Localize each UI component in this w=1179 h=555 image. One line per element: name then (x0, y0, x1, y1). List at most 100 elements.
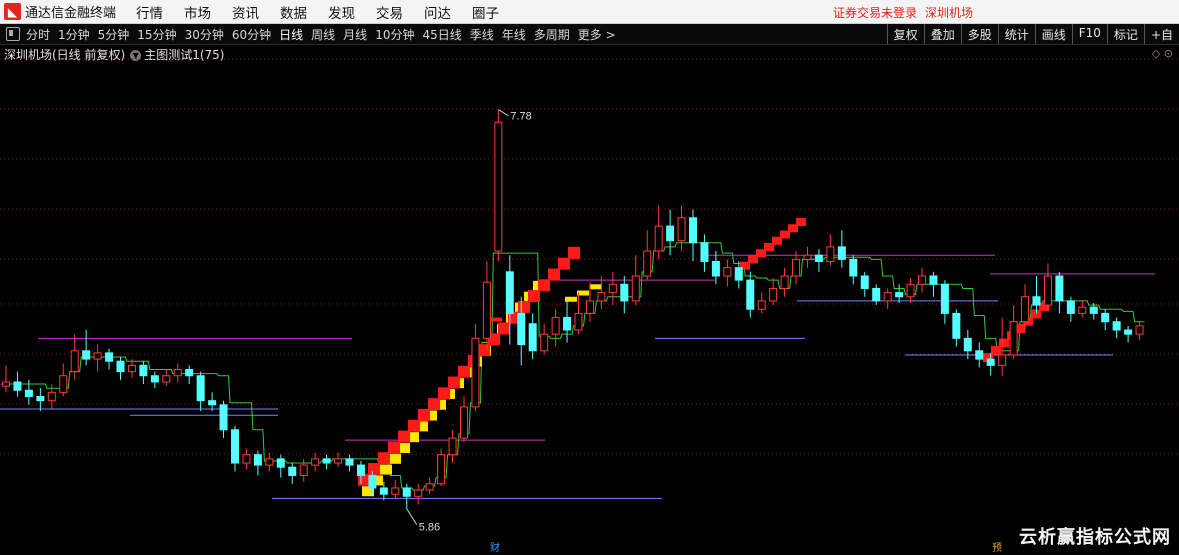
period-daily[interactable]: 日线 (279, 26, 303, 43)
red-signal-block (538, 279, 550, 292)
candle-down (322, 458, 331, 464)
candle-up (425, 483, 434, 491)
candle-down (139, 364, 148, 377)
red-signal-block (448, 376, 460, 389)
candle-down (253, 454, 262, 466)
draw-line-button[interactable]: 画线 (1034, 24, 1072, 44)
red-signal-block (418, 408, 430, 421)
candle-up (574, 312, 583, 331)
adjust-button[interactable]: 复权 (886, 24, 924, 44)
red-signal-block (518, 300, 530, 313)
candle-down (1112, 321, 1121, 331)
red-signal-block (558, 257, 570, 270)
period-1min[interactable]: 1分钟 (58, 26, 90, 43)
candle-up (494, 121, 503, 252)
red-signal-block (548, 268, 560, 281)
period-45day[interactable]: 45日线 (422, 26, 461, 43)
menu-item-quotes[interactable]: 行情 (136, 2, 163, 22)
candle-down (231, 429, 239, 464)
menu-item-news[interactable]: 资讯 (232, 2, 259, 22)
period-5min[interactable]: 5分钟 (98, 26, 130, 43)
candle-down (940, 283, 949, 314)
candle-up (585, 300, 594, 314)
candle-up (162, 375, 171, 383)
forecast-marker-icon[interactable]: 预 (990, 542, 1004, 555)
candle-down (1032, 296, 1041, 306)
menu-item-ask[interactable]: 问达 (424, 2, 451, 22)
period-15min[interactable]: 15分钟 (137, 26, 176, 43)
candle-down (1101, 312, 1110, 323)
candle-down (82, 350, 91, 360)
period-more[interactable]: 更多 > (578, 26, 616, 43)
add-self-button[interactable]: +自 (1143, 24, 1179, 44)
period-multi[interactable]: 多周期 (534, 26, 570, 43)
candle-up (391, 487, 400, 495)
candle-up (265, 458, 274, 466)
menu-item-discover[interactable]: 发现 (328, 2, 355, 22)
f10-button[interactable]: F10 (1071, 24, 1107, 44)
candle-down (116, 360, 125, 373)
yellow-signal-block (380, 464, 392, 475)
multi-stock-button[interactable]: 多股 (960, 24, 998, 44)
yellow-signal-block (389, 453, 401, 464)
login-status[interactable]: 证券交易未登录 (833, 4, 917, 21)
app-name: 通达信金融终端 (25, 6, 117, 21)
candle-up (780, 275, 789, 289)
red-signal-block (490, 317, 502, 322)
overlay-button[interactable]: 叠加 (923, 24, 961, 44)
mark-button[interactable]: 标记 (1106, 24, 1144, 44)
candle-up (918, 275, 926, 285)
period-10min[interactable]: 10分钟 (375, 26, 414, 43)
candle-down (276, 458, 285, 468)
candle-up (1021, 296, 1030, 323)
period-30min[interactable]: 30分钟 (185, 26, 224, 43)
candle-up (173, 369, 182, 377)
candle-down (196, 375, 205, 402)
candle-down (379, 487, 388, 495)
candle-up (311, 458, 320, 466)
menu-item-data[interactable]: 数据 (280, 2, 307, 22)
candle-up (631, 275, 640, 302)
candle-up (757, 300, 766, 310)
period-yearly[interactable]: 年线 (502, 26, 526, 43)
candle-up (334, 458, 343, 464)
candle-down (288, 466, 297, 476)
candle-down (620, 283, 629, 302)
menu-bar: ◣ 通达信金融终端 行情 市场 资讯 数据 发现 交易 问达 圈子 证券交易未登… (0, 0, 1179, 24)
candle-down (517, 312, 526, 346)
candle-down (746, 279, 755, 310)
period-60min[interactable]: 60分钟 (232, 26, 271, 43)
financial-marker-icon[interactable]: 财 (488, 542, 502, 555)
period-intraday[interactable]: 分时 (26, 26, 50, 43)
candle-down (1089, 306, 1098, 314)
candle-down (356, 464, 365, 476)
candle-up (59, 375, 68, 393)
candle-down (837, 246, 846, 260)
candle-up (471, 337, 480, 408)
high-pointer (498, 109, 509, 117)
app-logo-icon: ◣ (4, 3, 21, 20)
menu-item-trade[interactable]: 交易 (376, 2, 403, 22)
candle-down (219, 404, 228, 431)
candle-down (1055, 275, 1064, 302)
candle-up (792, 258, 801, 277)
candle-up (448, 437, 457, 456)
candle-up (998, 354, 1007, 366)
red-signal-block (796, 218, 806, 227)
candle-up (1043, 275, 1052, 306)
candlestick-chart[interactable]: 7.78 5.86 (0, 44, 1179, 555)
menu-item-circle[interactable]: 圈子 (472, 2, 499, 22)
period-monthly[interactable]: 月线 (343, 26, 367, 43)
watermark: 云析赢指标公式网 (1019, 527, 1171, 548)
period-quarterly[interactable]: 季线 (470, 26, 494, 43)
candle-up (826, 246, 835, 262)
candle-down (666, 225, 675, 242)
period-weekly[interactable]: 周线 (311, 26, 335, 43)
candle-down (24, 389, 33, 398)
candle-up (643, 250, 652, 277)
menu-item-market[interactable]: 市场 (184, 2, 211, 22)
candle-up (540, 333, 549, 352)
panel-toggle-icon[interactable] (6, 27, 20, 41)
candle-down (895, 292, 904, 298)
stats-button[interactable]: 统计 (997, 24, 1035, 44)
